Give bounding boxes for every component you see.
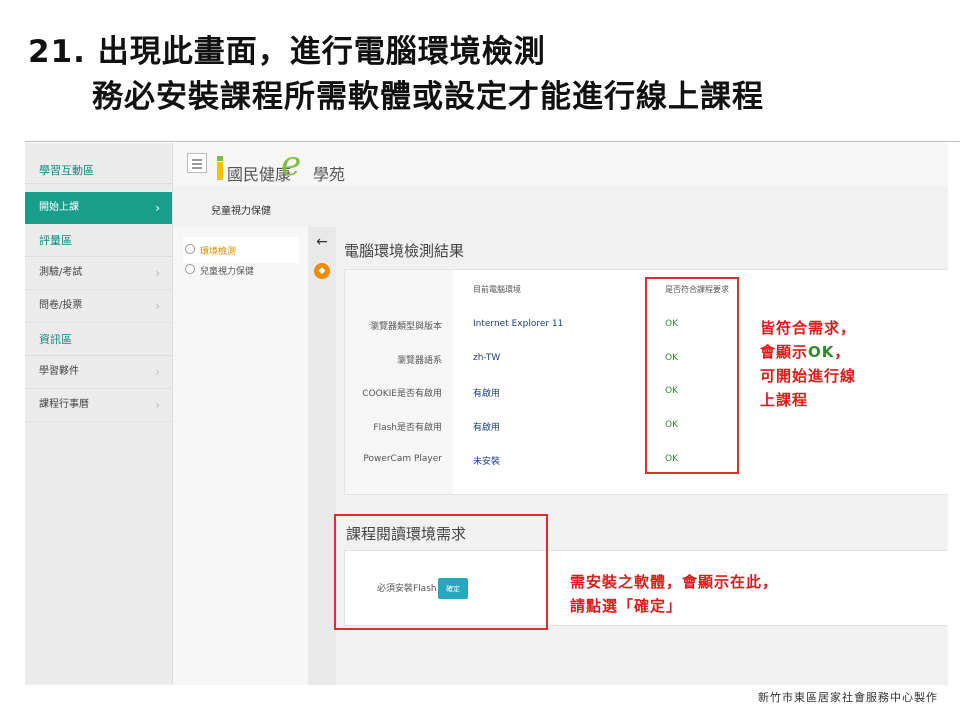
sidebar-item-start-course[interactable]: 開始上課 › <box>25 192 172 224</box>
sidebar-section-eval: 評量區 <box>25 224 172 257</box>
logo-text: 學苑 <box>313 165 346 184</box>
radio-icon <box>185 244 195 254</box>
annotation-ok-note: 皆符合需求， 會顯示OK， 可開始進行線 上課程 <box>760 316 856 412</box>
chevron-right-icon: › <box>155 365 160 379</box>
sidebar-item-survey[interactable]: 問卷/投票 › <box>25 290 172 323</box>
arrow-left-icon[interactable]: ← <box>313 233 331 251</box>
slide-title-line2: 務必安裝課程所需軟體或設定才能進行線上課程 <box>92 79 764 115</box>
row-label: 瀏覽器類型與版本 <box>369 322 442 332</box>
result-title: 電腦環境檢測結果 <box>344 242 465 260</box>
sidebar-item-label: 開始上課 <box>39 202 79 213</box>
course-title: 兒童視力保健 <box>211 206 271 217</box>
outline-item-label: 兒童視力保健 <box>200 267 255 277</box>
chevron-right-icon: › <box>155 266 160 280</box>
row-value: zh-TW <box>473 353 501 363</box>
chevron-right-icon: › <box>155 201 160 215</box>
row-label: 瀏覽器語系 <box>396 356 442 366</box>
annotation-install-note: 需安裝之軟體，會顯示在此， 請點選「確定」 <box>570 573 779 615</box>
row-value: 有啟用 <box>473 389 501 399</box>
share-icon[interactable]: ◆ <box>314 263 330 279</box>
row-value: Internet Explorer 11 <box>473 319 564 329</box>
row-label: Flash是否有啟用 <box>373 423 442 433</box>
toolbar-gutter <box>308 227 336 685</box>
footer-credit: 新竹市東區居家社會服務中心製作 <box>758 691 938 704</box>
sidebar-item-calendar[interactable]: 課程行事曆 › <box>25 389 172 422</box>
chevron-right-icon: › <box>155 299 160 313</box>
course-title-bar: 兒童視力保健 <box>173 198 948 222</box>
row-value: 未安裝 <box>473 457 501 467</box>
logo-mark <box>217 156 223 161</box>
logo-e: e <box>281 144 302 184</box>
sidebar-section-info: 資訊區 <box>25 323 172 356</box>
row-label: PowerCam Player <box>363 454 442 464</box>
highlight-requirements <box>334 514 548 630</box>
sidebar-item-peers[interactable]: 學習夥件 › <box>25 356 172 389</box>
highlight-ok-column <box>645 277 739 474</box>
sidebar: 學習互動區 開始上課 › 評量區 測驗/考試 › 問卷/投票 › 資訊區 學習夥… <box>25 143 173 685</box>
annotation-ok-text: OK <box>808 343 835 361</box>
top-bar: 國民健康 e 學苑 <box>173 143 948 186</box>
logo-mark <box>217 162 223 180</box>
radio-icon <box>185 264 195 274</box>
col-header-current: 目前電腦環境 <box>473 285 521 294</box>
slide-title: 21. 出現此畫面，進行電腦環境檢測 務必安裝課程所需軟體或設定才能進行線上課程 <box>28 30 764 120</box>
sidebar-item-label: 課程行事曆 <box>39 399 89 410</box>
sidebar-item-label: 學習夥件 <box>39 366 79 377</box>
row-label: COOKIE是否有啟用 <box>362 389 442 399</box>
sidebar-item-label: 測驗/考試 <box>39 267 83 278</box>
outline-item-course[interactable]: 兒童視力保健 <box>183 257 299 283</box>
sidebar-header: 學習互動區 <box>25 143 172 184</box>
menu-icon[interactable] <box>187 153 207 173</box>
chevron-right-icon: › <box>155 398 160 412</box>
sidebar-item-exam[interactable]: 測驗/考試 › <box>25 257 172 290</box>
sidebar-item-label: 問卷/投票 <box>39 300 83 311</box>
title-divider <box>25 141 960 142</box>
course-outline: 環境檢測 兒童視力保健 <box>173 227 308 685</box>
outline-item-label: 環境檢測 <box>200 247 237 257</box>
slide-title-line1: 21. 出現此畫面，進行電腦環境檢測 <box>28 34 546 70</box>
row-value: 有啟用 <box>473 423 501 433</box>
